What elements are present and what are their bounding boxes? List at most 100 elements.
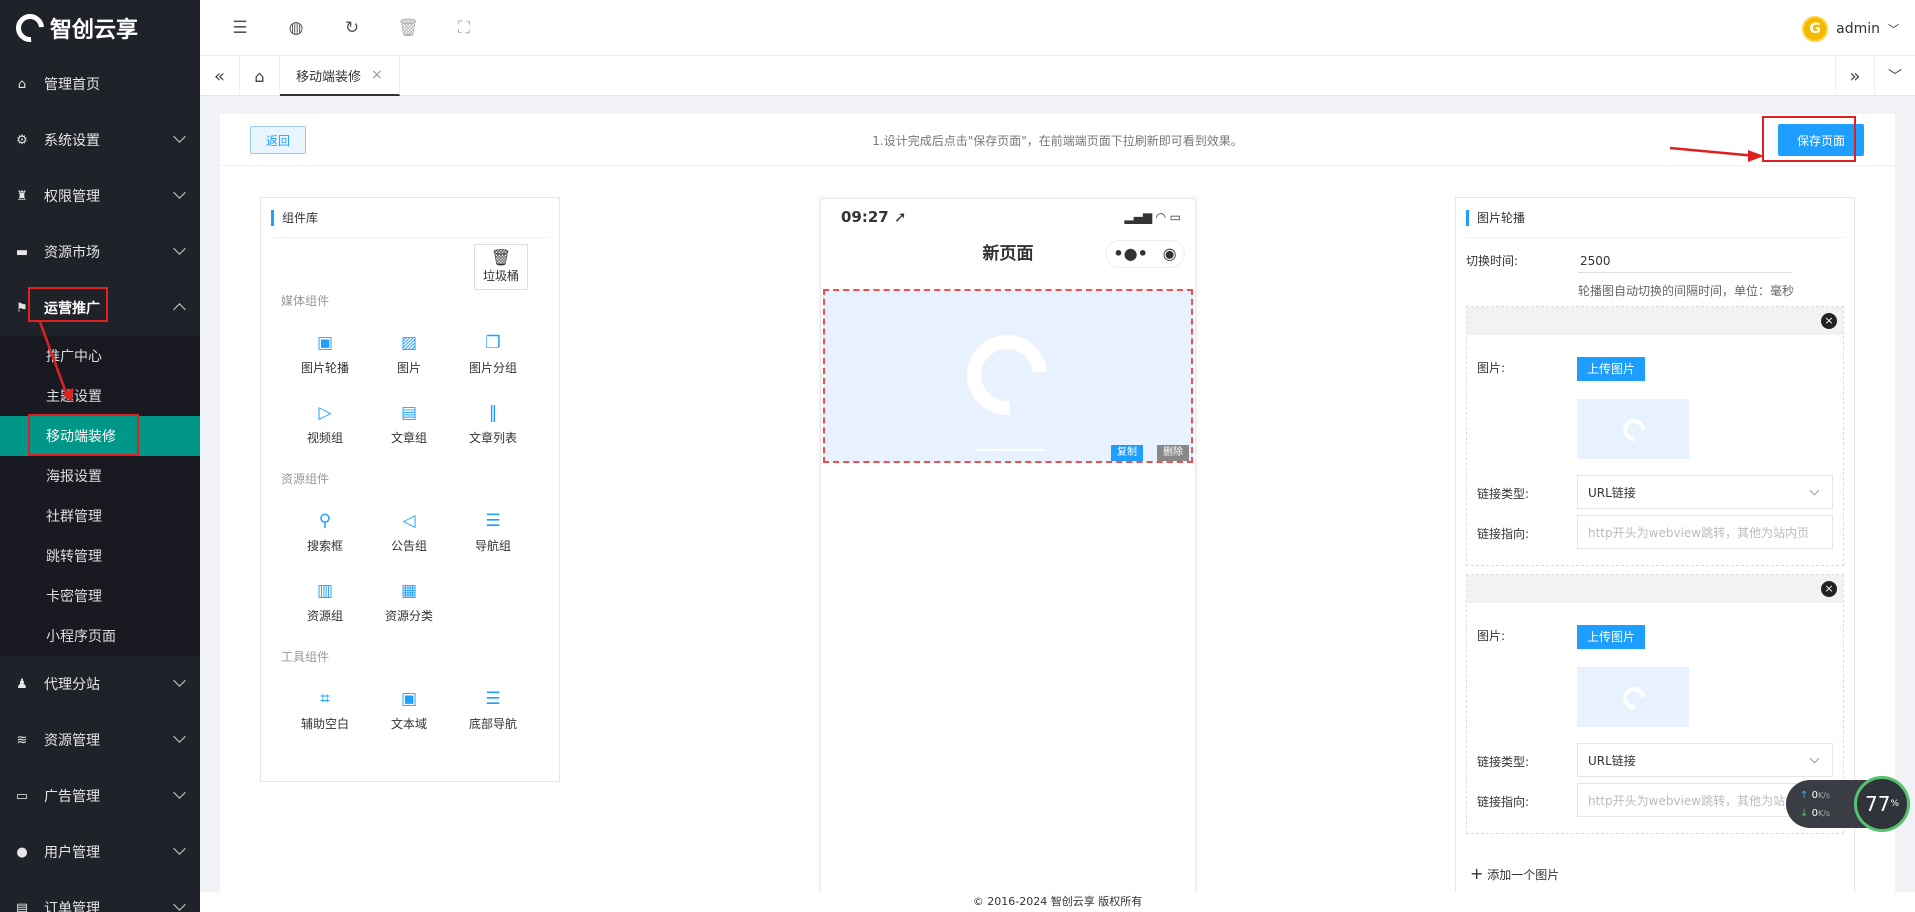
tab-mobile-decor[interactable]: 移动端装修 × [280, 56, 400, 96]
comp-image[interactable]: ▨ 图片 [367, 333, 451, 376]
sidebar-item-users[interactable]: ● 用户管理 [0, 824, 200, 880]
sidebar-item-label: 管理首页 [44, 77, 100, 93]
network-speed-widget[interactable]: ↑ 0K/s ↓ 0K/s 77% [1786, 776, 1910, 832]
user-menu[interactable]: G admin ﹀ [1802, 16, 1899, 42]
gear-icon: ⚙ [16, 132, 28, 148]
sidebar-item-orders[interactable]: ▤ 订单管理 [0, 880, 200, 912]
chevron-down-icon [173, 674, 186, 687]
title-accent [271, 209, 274, 226]
comp-resource-group[interactable]: ▥ 资源组 [283, 581, 367, 624]
sidebar-subitem-promotion[interactable]: 推广中心 [0, 336, 200, 376]
cpu-gauge: 77% [1854, 776, 1910, 832]
plus-icon: + [1470, 864, 1484, 883]
comp-image-group[interactable]: ❐ 图片分组 [451, 333, 535, 376]
comp-notice-group[interactable]: ◁ 公告组 [367, 511, 451, 554]
comp-spacer[interactable]: ⌗ 辅助空白 [283, 689, 367, 732]
chevron-down-icon: ﹀ [1888, 23, 1899, 36]
placeholder-logo-icon [950, 318, 1064, 432]
chevron-down-icon [173, 730, 186, 743]
sidebar-item-label: 运营推广 [44, 301, 100, 317]
comp-text-area[interactable]: ▣ 文本域 [367, 689, 451, 732]
comp-search-box[interactable]: ⚲ 搜索框 [283, 511, 367, 554]
close-icon[interactable]: × [1821, 581, 1837, 597]
top-bar: ☰ ◍ ↻ 🗑 ⛶ G admin ﹀ [200, 0, 1915, 56]
sidebar-subitem-miniprogram[interactable]: 小程序页面 [0, 616, 200, 656]
tab-bar: « ⌂ 移动端装修 × » ﹀ [200, 56, 1915, 96]
sidebar-item-operation[interactable]: ⚑ 运营推广 [0, 280, 200, 336]
link-type-label: 链接类型: [1477, 755, 1530, 769]
sidebar-subitem-mobile-decor[interactable]: 移动端装修 [0, 416, 200, 456]
comp-article-list[interactable]: ‖ 文章列表 [451, 403, 535, 446]
phone-time: 09:27 ➚ [841, 208, 907, 226]
logo-icon [10, 8, 50, 48]
clear-cache-icon[interactable]: 🗑 [380, 0, 436, 56]
tab-scroll-left-icon[interactable]: « [200, 56, 240, 96]
sidebar-item-system[interactable]: ⚙ 系统设置 [0, 112, 200, 168]
link-target-label: 链接指向: [1477, 527, 1530, 541]
interval-input[interactable]: 2500 [1578, 254, 1792, 273]
comp-bottom-nav[interactable]: ☰ 底部导航 [451, 689, 535, 732]
carousel-block[interactable]: 复制 删除 [823, 289, 1193, 463]
sidebar-subitem-community[interactable]: 社群管理 [0, 496, 200, 536]
close-icon[interactable]: × [1821, 313, 1837, 329]
username: admin [1836, 21, 1880, 37]
upload-image-button[interactable]: 上传图片 [1577, 625, 1646, 649]
chevron-down-icon [1809, 753, 1820, 764]
copy-button[interactable]: 复制 [1111, 445, 1143, 461]
phone-nav-bar: 新页面 •●• ◉ [821, 235, 1195, 273]
globe-icon[interactable]: ◍ [268, 0, 324, 56]
trash-bin[interactable]: 🗑 垃圾桶 [474, 244, 528, 290]
link-type-select[interactable]: URL链接 [1577, 743, 1833, 777]
category-icon: ▦ [400, 581, 418, 601]
add-image-button[interactable]: + 添加一个图片 [1470, 864, 1559, 883]
image-label: 图片: [1477, 629, 1506, 643]
layers-icon: ≋ [16, 732, 28, 748]
instruction-tip: 1.设计完成后点击"保存页面"，在前端端页面下拉刷新即可看到效果。 [872, 134, 1243, 148]
close-icon[interactable]: × [371, 67, 383, 83]
article-icon: ▤ [400, 403, 418, 423]
refresh-icon[interactable]: ↻ [324, 0, 380, 56]
chevron-down-icon [1809, 485, 1820, 496]
sidebar-subitem-cardkey[interactable]: 卡密管理 [0, 576, 200, 616]
tab-label: 移动端装修 [296, 69, 362, 85]
user-group-icon: ♟ [16, 676, 28, 692]
video-icon: ▷ [318, 403, 332, 423]
avatar: G [1802, 16, 1829, 42]
comp-image-carousel[interactable]: ▣ 图片轮播 [283, 333, 367, 376]
sidebar-subitem-redirect[interactable]: 跳转管理 [0, 536, 200, 576]
save-page-button[interactable]: 保存页面 [1778, 124, 1864, 156]
sidebar-item-ads[interactable]: ▭ 广告管理 [0, 768, 200, 824]
comp-video-group[interactable]: ▷ 视频组 [283, 403, 367, 446]
slide-item: × 图片: 上传图片 链接类型: URL链接 链接指向: http开头为webv… [1466, 306, 1844, 566]
sidebar-item-resource[interactable]: ≋ 资源管理 [0, 712, 200, 768]
sidebar-item-market[interactable]: ▬ 资源市场 [0, 224, 200, 280]
upload-image-button[interactable]: 上传图片 [1577, 357, 1646, 381]
sidebar-item-label: 订单管理 [44, 901, 100, 912]
comp-article-group[interactable]: ▤ 文章组 [367, 403, 451, 446]
sidebar-item-home[interactable]: ⌂ 管理首页 [0, 56, 200, 112]
comp-resource-category[interactable]: ▦ 资源分类 [367, 581, 451, 624]
more-dots-icon: •●• [1113, 244, 1148, 263]
comp-nav-group[interactable]: ☰ 导航组 [451, 511, 535, 554]
link-target-input[interactable]: http开头为webview跳转，其他为站内页 [1577, 515, 1833, 549]
link-type-select[interactable]: URL链接 [1577, 475, 1833, 509]
sidebar-item-label: 系统设置 [44, 133, 100, 149]
list-icon: ☰ [485, 689, 501, 709]
tab-menu-chevron-icon[interactable]: ﹀ [1875, 56, 1915, 96]
flag-icon: ⚑ [16, 300, 28, 316]
image-label: 图片: [1477, 361, 1506, 375]
phone-page-title: 新页面 [982, 244, 1034, 264]
home-tab-icon[interactable]: ⌂ [240, 56, 280, 96]
sidebar-subitem-poster[interactable]: 海报设置 [0, 456, 200, 496]
menu-toggle-icon[interactable]: ☰ [212, 0, 268, 56]
delete-button[interactable]: 删除 [1157, 445, 1189, 461]
brand-logo[interactable]: 智创云享 [0, 0, 200, 56]
store-icon: ▬ [15, 244, 29, 260]
link-type-label: 链接类型: [1477, 487, 1530, 501]
sidebar-item-permission[interactable]: ♜ 权限管理 [0, 168, 200, 224]
sidebar-item-agent[interactable]: ♟ 代理分站 [0, 656, 200, 712]
sidebar-subitem-theme[interactable]: 主题设置 [0, 376, 200, 416]
mini-program-capsule[interactable]: •●• ◉ [1105, 240, 1185, 268]
fullscreen-icon[interactable]: ⛶ [436, 0, 492, 56]
tab-scroll-right-icon[interactable]: » [1835, 56, 1875, 96]
